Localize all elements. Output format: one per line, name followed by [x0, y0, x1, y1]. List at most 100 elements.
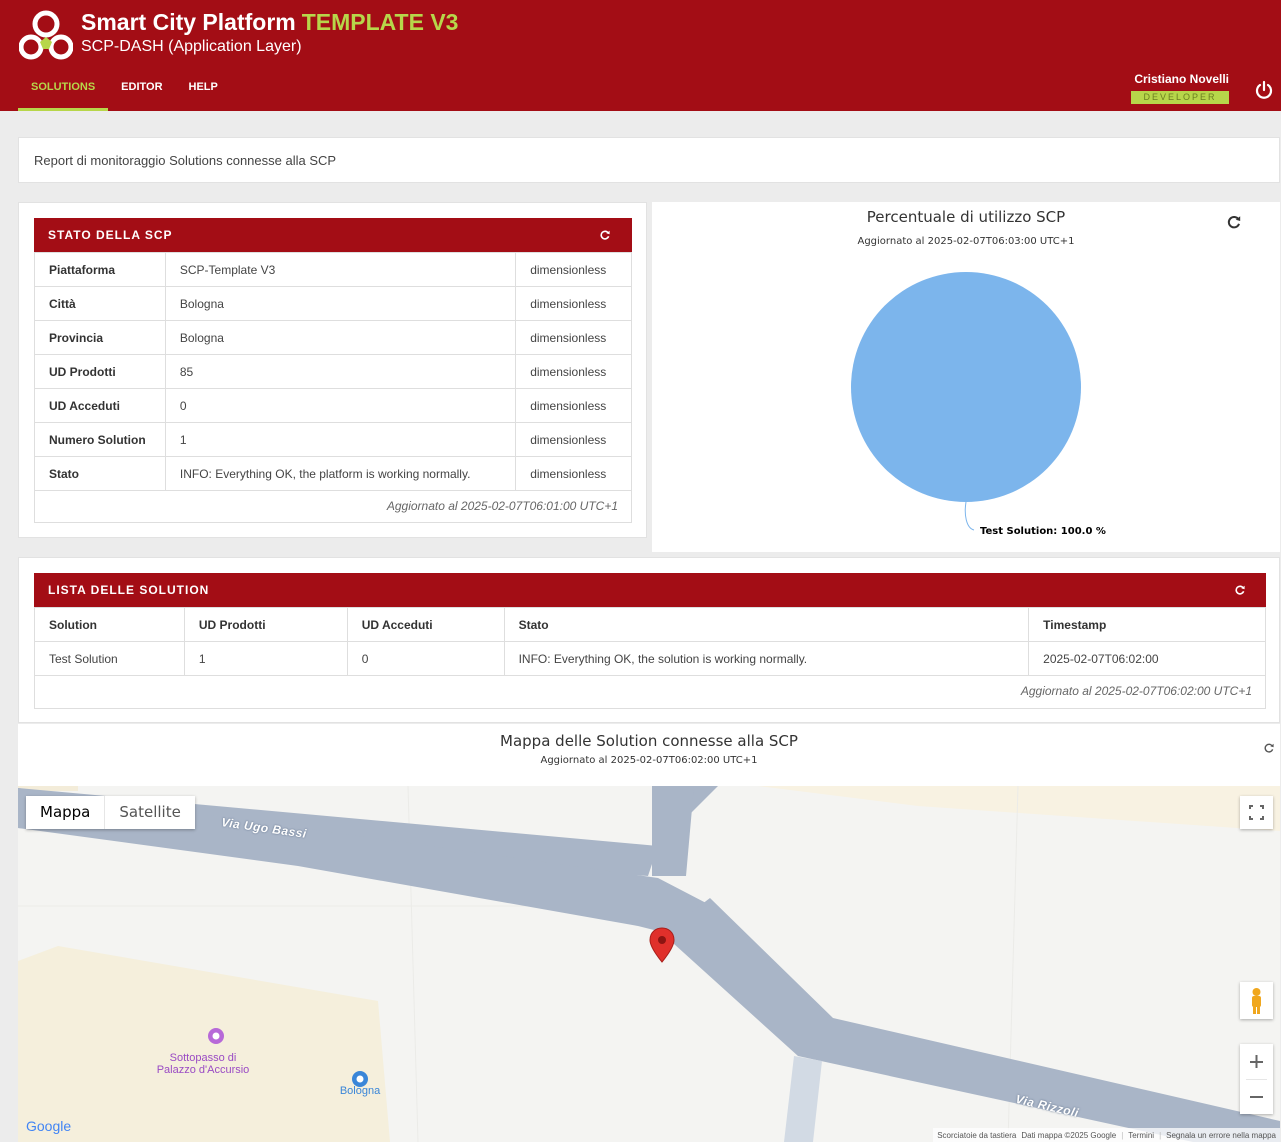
lista-solution-header: LISTA DELLE SOLUTION — [34, 573, 1266, 607]
map-subtitle: Aggiornato al 2025-02-07T06:02:00 UTC+1 — [540, 755, 758, 766]
column-header: Timestamp — [1028, 607, 1266, 642]
stato-row: Stato INFO: Everything OK, the platform i… — [34, 456, 632, 491]
lista-solution-updated: Aggiornato al 2025-02-07T06:02:00 UTC+1 — [34, 675, 1266, 709]
map-header: Mappa delle Solution connesse alla SCP A… — [18, 724, 1280, 786]
pie-data-label: Test Solution: 100.0 % — [980, 526, 1106, 537]
map-canvas — [18, 786, 1280, 1142]
fullscreen-button[interactable] — [1240, 796, 1273, 829]
app-title-main: Smart City Platform — [81, 9, 296, 35]
map-block — [18, 946, 390, 1142]
zoom-out-icon[interactable] — [1240, 1079, 1273, 1114]
lista-solution-panel: LISTA DELLE SOLUTION Solution UD Prodotti… — [18, 557, 1280, 723]
poi-label-sottopasso: Sottopasso di Palazzo d'Accursio — [133, 1052, 273, 1076]
user-name: Cristiano Novelli — [1134, 72, 1229, 86]
stato-row: Numero Solution 1 dimensionless — [34, 422, 632, 457]
map-type-map-button[interactable]: Mappa — [26, 796, 104, 829]
map-refresh-icon[interactable] — [1264, 743, 1274, 753]
map-type-satellite-button[interactable]: Satellite — [104, 796, 194, 829]
map-block — [758, 786, 1280, 831]
stato-cell-label: Città — [34, 286, 166, 321]
google-logo: Google — [26, 1118, 72, 1134]
usage-pie-panel: Percentuale di utilizzo SCP Aggiornato a… — [652, 202, 1280, 552]
column-header: UD Acceduti — [346, 607, 505, 642]
stato-scp-updated: Aggiornato al 2025-02-07T06:01:00 UTC+1 — [34, 490, 632, 523]
stato-cell-value: Bologna — [164, 320, 517, 355]
column-header: Stato — [503, 607, 1030, 642]
nav-help[interactable]: HELP — [176, 72, 231, 111]
stato-cell-value: INFO: Everything OK, the platform is wor… — [164, 456, 517, 491]
road-via-rizzoli — [663, 898, 1280, 1142]
report-description: Report di monitoraggio Solutions conness… — [18, 137, 1280, 183]
stato-cell-label: Stato — [34, 456, 166, 491]
stato-row: Piattaforma SCP-Template V3 dimensionless — [34, 252, 632, 287]
table-cell: INFO: Everything OK, the solution is wor… — [503, 641, 1030, 676]
map-footer-data: Dati mappa ©2025 Google — [1021, 1130, 1117, 1140]
stato-cell-value: 0 — [164, 388, 517, 423]
stato-cell-unit: dimensionless — [515, 320, 632, 355]
poi-label-text: Sottopasso di Palazzo d'Accursio — [156, 1052, 250, 1076]
stato-row: Città Bologna dimensionless — [34, 286, 632, 321]
stato-cell-unit: dimensionless — [515, 252, 632, 287]
stato-row: UD Prodotti 85 dimensionless — [34, 354, 632, 389]
stato-cell-unit: dimensionless — [515, 388, 632, 423]
nav-solutions[interactable]: SOLUTIONS — [18, 72, 109, 111]
fullscreen-icon — [1249, 805, 1264, 820]
solution-marker — [649, 927, 675, 963]
lista-solution-table: Solution UD Prodotti UD Acceduti Stato Times… — [34, 607, 1266, 676]
zoom-control — [1240, 1044, 1273, 1114]
table-cell: 1 — [183, 641, 348, 676]
stato-cell-label: Piattaforma — [34, 252, 166, 287]
stato-scp-table: Piattaforma SCP-Template V3 dimensionless C… — [34, 252, 632, 491]
stato-row: Provincia Bologna dimensionless — [34, 320, 632, 355]
column-header: Solution — [34, 607, 185, 642]
map-title: Mappa delle Solution connesse alla SCP — [500, 732, 798, 750]
stato-cell-unit: dimensionless — [515, 456, 632, 491]
map-footer-report[interactable]: Segnala un errore nella mappa — [1166, 1131, 1276, 1140]
table-cell: 2025-02-07T06:02:00 — [1028, 641, 1266, 676]
stato-cell-value: Bologna — [164, 286, 517, 321]
stato-cell-value: 1 — [164, 422, 517, 457]
nav-editor[interactable]: EDITOR — [108, 72, 175, 111]
app-title-accent: TEMPLATE V3 — [301, 9, 459, 35]
stato-cell-label: Provincia — [34, 320, 166, 355]
refresh-icon[interactable] — [1235, 585, 1245, 595]
logo-icon — [19, 10, 73, 60]
main-nav: SOLUTIONS EDITOR HELP — [18, 72, 231, 111]
map-type-control: Mappa Satellite — [26, 796, 195, 829]
app-title: Smart City Platform TEMPLATE V3 — [81, 9, 458, 36]
road-side-street — [784, 1056, 822, 1142]
stato-cell-label: UD Acceduti — [34, 388, 166, 423]
refresh-icon[interactable] — [600, 230, 610, 240]
map-attribution: Scorciatoie da tastiera Dati mappa ©2025… — [933, 1128, 1280, 1142]
stato-scp-panel: STATO DELLA SCP Piattaforma SCP-Template … — [18, 202, 647, 538]
solutions-map[interactable]: Via Ugo Bassi Via Rizzoli Sottopasso di … — [18, 786, 1280, 1142]
table-cell: 0 — [346, 641, 505, 676]
app-header: Smart City Platform TEMPLATE V3 SCP-DASH … — [0, 0, 1281, 111]
pegman-icon — [1252, 988, 1261, 1014]
poi-label-bologna: Bologna — [339, 1085, 381, 1097]
stato-cell-label: UD Prodotti — [34, 354, 166, 389]
stato-cell-label: Numero Solution — [34, 422, 166, 457]
role-badge: DEVELOPER — [1131, 91, 1229, 104]
pie-chart: Test Solution: 100.0 % — [851, 272, 1106, 537]
stato-cell-unit: dimensionless — [515, 354, 632, 389]
map-footer-terms[interactable]: Termini — [1128, 1131, 1154, 1140]
stato-cell-value: 85 — [164, 354, 517, 389]
stato-cell-unit: dimensionless — [515, 286, 632, 321]
street-view-pegman[interactable] — [1240, 982, 1273, 1019]
stato-cell-value: SCP-Template V3 — [164, 252, 517, 287]
road-north — [652, 786, 694, 876]
pie-label-connector — [964, 501, 975, 531]
zoom-in-icon[interactable] — [1240, 1044, 1273, 1079]
pie-slice[interactable] — [851, 272, 1081, 502]
stato-row: UD Acceduti 0 dimensionless — [34, 388, 632, 423]
stato-scp-header: STATO DELLA SCP — [34, 218, 632, 252]
table-row: Test Solution 1 0 INFO: Everything OK, the … — [34, 641, 1266, 676]
map-footer-shortcuts[interactable]: Scorciatoie da tastiera — [937, 1131, 1016, 1140]
power-icon[interactable] — [1254, 80, 1274, 100]
table-cell: Test Solution — [34, 641, 185, 676]
column-header: UD Prodotti — [183, 607, 348, 642]
stato-cell-unit: dimensionless — [515, 422, 632, 457]
app-subtitle: SCP-DASH (Application Layer) — [81, 38, 302, 55]
stato-scp-title: STATO DELLA SCP — [48, 228, 173, 242]
